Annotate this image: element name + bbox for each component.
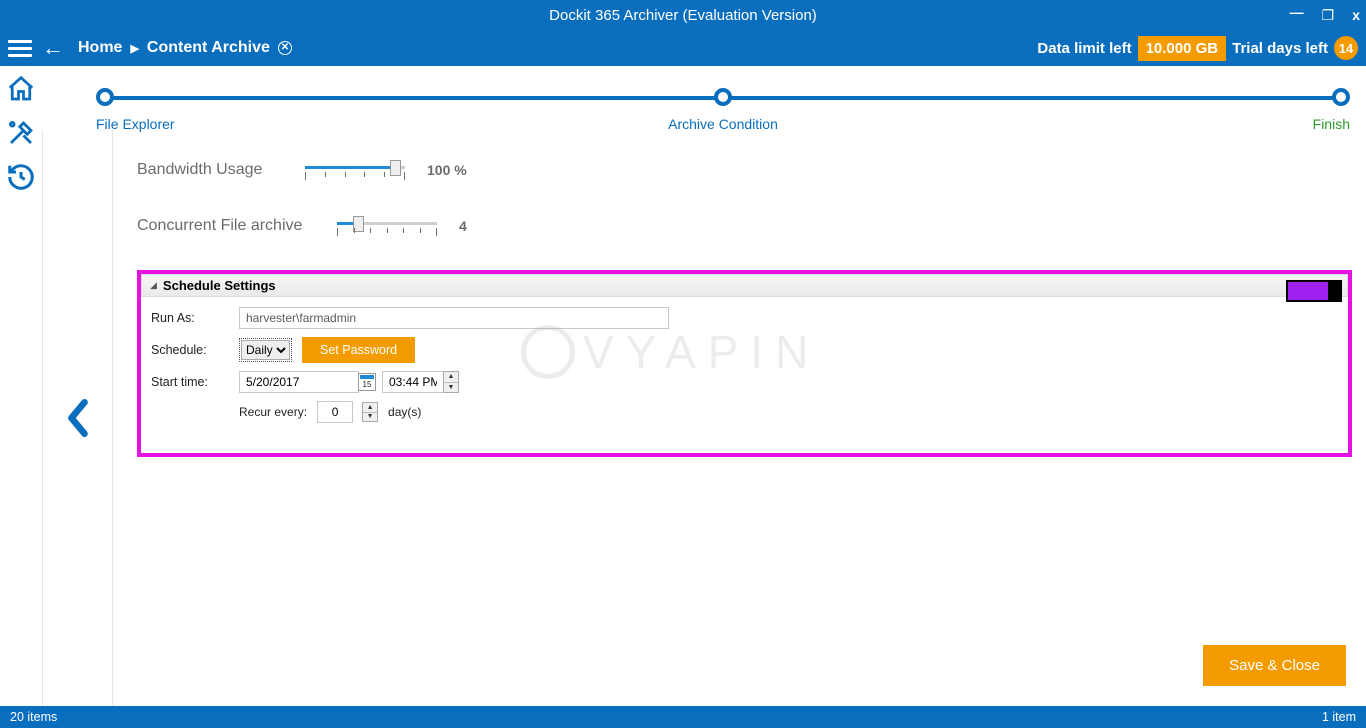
trial-days-badge: 14 <box>1334 36 1358 60</box>
data-limit-label: Data limit left <box>1037 40 1131 57</box>
time-spinner[interactable]: ▲▼ <box>443 371 459 393</box>
close-icon[interactable]: x <box>1352 7 1360 23</box>
runas-label: Run As: <box>151 311 239 325</box>
settings-panel: Bandwidth Usage 100 % Concurrent File ar… <box>112 130 1366 706</box>
wizard-step-file-explorer[interactable]: File Explorer <box>96 88 236 132</box>
toolbar: ← Home ▶ Content Archive ✕ Data limit le… <box>0 30 1366 66</box>
home-icon[interactable] <box>6 74 36 104</box>
schedule-settings-section: ◢ Schedule Settings VYAPIN Run As: <box>137 270 1352 457</box>
recur-unit: day(s) <box>388 405 421 419</box>
breadcrumb-close-icon[interactable]: ✕ <box>278 41 292 55</box>
start-time-input[interactable] <box>382 371 444 393</box>
save-close-button[interactable]: Save & Close <box>1203 645 1346 686</box>
bandwidth-label: Bandwidth Usage <box>137 161 305 179</box>
starttime-label: Start time: <box>151 375 239 389</box>
bandwidth-value: 100 % <box>427 162 467 178</box>
concurrent-slider[interactable] <box>337 214 437 238</box>
schedule-select[interactable]: Daily <box>241 340 290 360</box>
collapse-icon: ◢ <box>150 280 157 291</box>
tools-icon[interactable] <box>6 118 36 148</box>
wizard-steps: File Explorer Archive Condition Finish <box>42 66 1366 130</box>
recur-value-input[interactable] <box>317 401 353 423</box>
breadcrumb: Home ▶ Content Archive ✕ <box>78 39 292 57</box>
concurrent-value: 4 <box>459 218 467 234</box>
breadcrumb-home[interactable]: Home <box>78 39 122 57</box>
left-rail <box>0 66 42 706</box>
concurrent-label: Concurrent File archive <box>137 217 337 235</box>
title-bar: Dockit 365 Archiver (Evaluation Version)… <box>0 0 1366 30</box>
bandwidth-slider[interactable] <box>305 158 405 182</box>
maximize-icon[interactable]: ❐ <box>1322 7 1335 24</box>
app-title: Dockit 365 Archiver (Evaluation Version) <box>549 7 817 24</box>
runas-input[interactable] <box>239 307 669 329</box>
status-bar: 20 items 1 item <box>0 706 1366 728</box>
set-password-button[interactable]: Set Password <box>302 337 415 363</box>
schedule-label: Schedule: <box>151 343 239 357</box>
history-icon[interactable] <box>6 162 36 192</box>
data-limit-badge: 10.000 GB <box>1138 36 1227 61</box>
start-date-input[interactable] <box>239 371 359 393</box>
back-button[interactable]: ← <box>42 35 64 61</box>
recur-spinner[interactable]: ▲▼ <box>362 402 378 422</box>
breadcrumb-current: Content Archive <box>147 39 270 57</box>
chevron-right-icon: ▶ <box>130 42 138 55</box>
previous-step-button[interactable] <box>62 397 94 439</box>
wizard-step-archive-condition[interactable]: Archive Condition <box>653 88 793 132</box>
status-right: 1 item <box>1322 710 1356 724</box>
menu-icon[interactable] <box>8 40 32 57</box>
trial-days-label: Trial days left <box>1232 40 1328 57</box>
wizard-step-finish[interactable]: Finish <box>1210 88 1350 132</box>
status-left: 20 items <box>10 710 57 724</box>
minimize-icon[interactable]: — <box>1290 4 1304 20</box>
schedule-settings-header[interactable]: ◢ Schedule Settings <box>141 274 1348 297</box>
calendar-icon[interactable]: 15 <box>358 373 376 391</box>
recur-label: Recur every: <box>239 405 307 419</box>
